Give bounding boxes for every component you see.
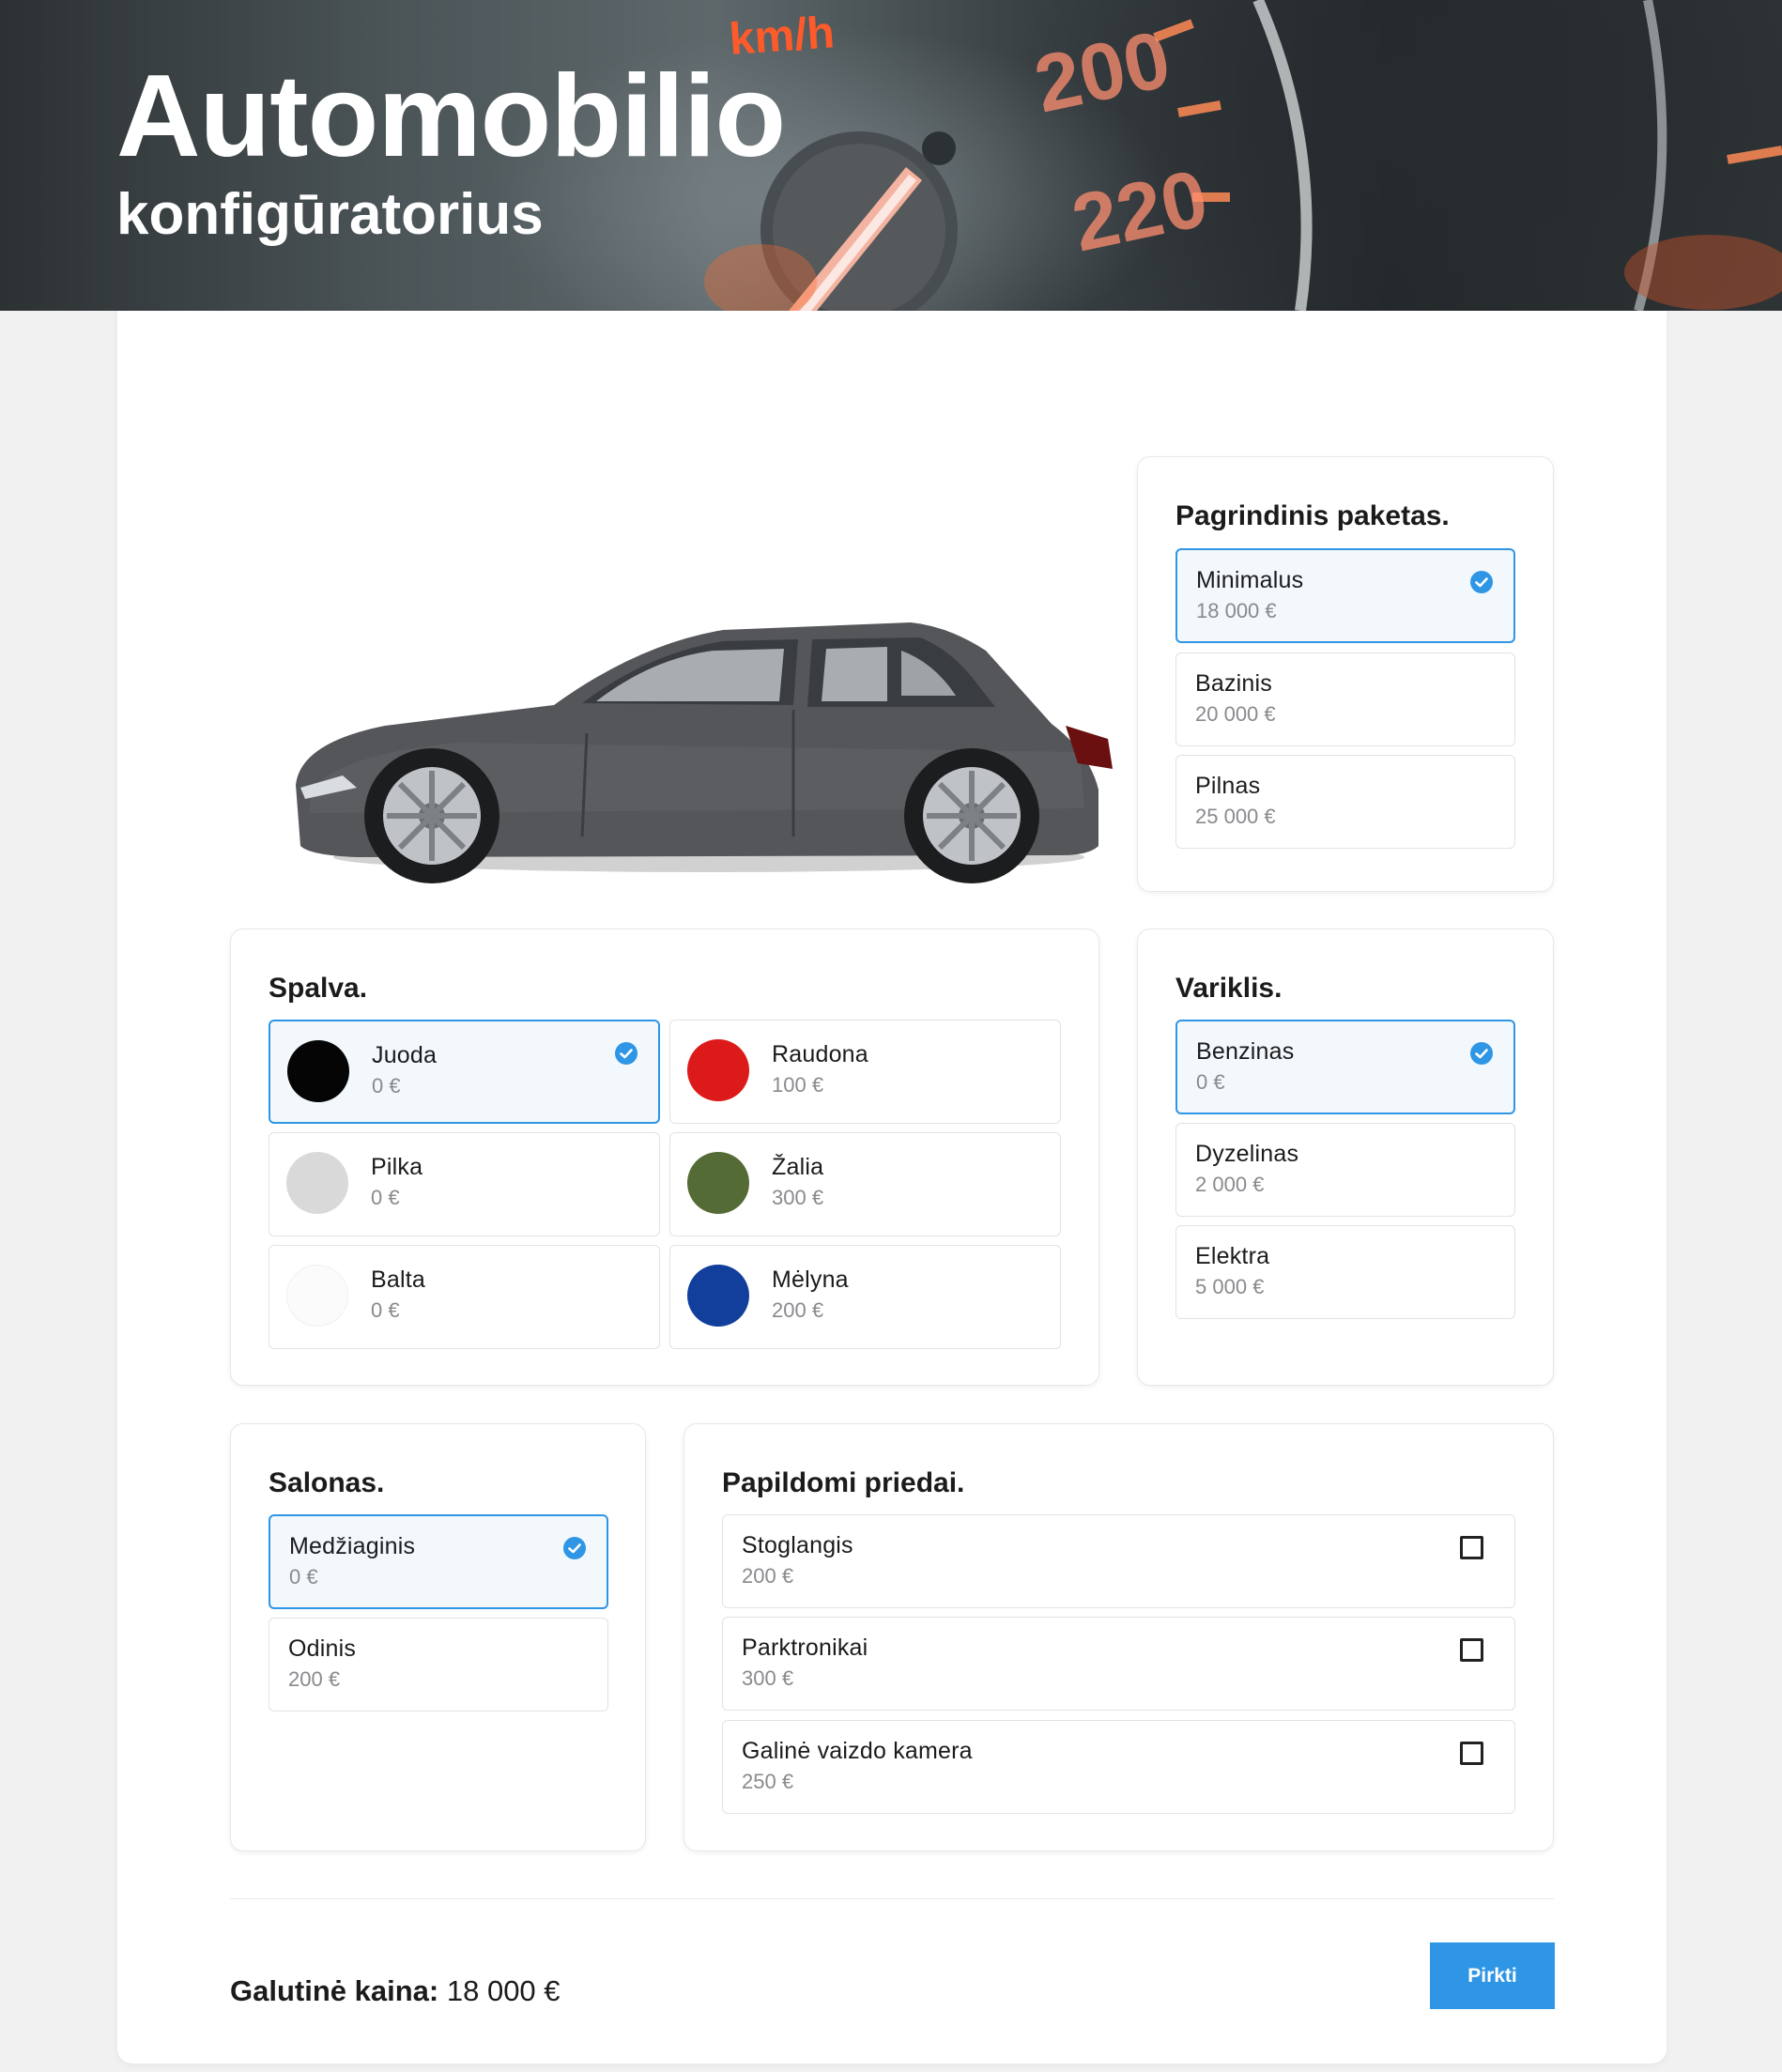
option-name: Stoglangis (742, 1532, 853, 1558)
option-price: 100 € (772, 1073, 824, 1097)
color-card: Spalva. Juoda 0 € Raudona 100 € Pilka 0 … (230, 929, 1099, 1386)
page-subtitle: konfigūratorius (116, 182, 544, 247)
option-price: 250 € (742, 1770, 794, 1793)
option-price: 0 € (289, 1565, 318, 1589)
check-circle-icon (563, 1537, 586, 1559)
option-price: 200 € (772, 1298, 824, 1322)
extra-option-galine-vaizdo-kamera[interactable]: Galinė vaizdo kamera 250 € (722, 1720, 1515, 1814)
speed-mark-200: 200 (1027, 14, 1177, 130)
option-name: Pilnas (1195, 773, 1261, 799)
option-price: 18 000 € (1196, 599, 1277, 622)
color-swatch (687, 1265, 749, 1327)
total-value: 18 000 € (446, 1974, 561, 2007)
option-name: Raudona (772, 1041, 868, 1067)
configurator-panel: Pagrindinis paketas. Minimalus 18 000 € … (117, 311, 1667, 2064)
interior-title: Salonas. (269, 1467, 385, 1498)
engine-title: Variklis. (1175, 973, 1283, 1004)
option-name: Bazinis (1195, 670, 1272, 697)
option-name: Galinė vaizdo kamera (742, 1738, 973, 1764)
color-swatch (687, 1152, 749, 1214)
option-name: Žalia (772, 1154, 824, 1180)
color-swatch (286, 1265, 348, 1327)
checkbox[interactable] (1460, 1536, 1483, 1559)
total-price: Galutinė kaina: 18 000 € (230, 1974, 561, 2008)
engine-option-benzinas[interactable]: Benzinas 0 € (1175, 1020, 1515, 1114)
engine-option-elektra[interactable]: Elektra 5 000 € (1175, 1225, 1515, 1319)
option-price: 200 € (742, 1564, 794, 1588)
package-card: Pagrindinis paketas. Minimalus 18 000 € … (1137, 456, 1554, 892)
option-price: 300 € (742, 1666, 794, 1690)
color-option-juoda[interactable]: Juoda 0 € (269, 1020, 660, 1124)
extra-option-parktronikai[interactable]: Parktronikai 300 € (722, 1617, 1515, 1711)
check-circle-icon (1470, 571, 1493, 593)
extra-option-stoglangis[interactable]: Stoglangis 200 € (722, 1514, 1515, 1608)
engine-option-dyzelinas[interactable]: Dyzelinas 2 000 € (1175, 1123, 1515, 1217)
option-name: Dyzelinas (1195, 1141, 1299, 1167)
color-swatch (286, 1152, 348, 1214)
car-image (296, 622, 1113, 883)
option-price: 0 € (371, 1186, 400, 1209)
option-name: Parktronikai (742, 1635, 868, 1661)
option-name: Odinis (288, 1635, 357, 1662)
option-name: Benzinas (1196, 1038, 1295, 1065)
package-option-bazinis[interactable]: Bazinis 20 000 € (1175, 652, 1515, 746)
option-price: 0 € (372, 1074, 401, 1097)
interior-option-odinis[interactable]: Odinis 200 € (269, 1618, 608, 1711)
interior-card: Salonas. Medžiaginis 0 € Odinis 200 € (230, 1423, 646, 1851)
option-price: 2 000 € (1195, 1173, 1265, 1196)
option-name: Balta (371, 1266, 425, 1293)
speed-mark-220: 220 (1065, 153, 1215, 269)
color-option-melyna[interactable]: Mėlyna 200 € (669, 1245, 1061, 1349)
page-title: Automobilio (116, 52, 786, 181)
package-option-minimalus[interactable]: Minimalus 18 000 € (1175, 548, 1515, 643)
color-swatch (687, 1039, 749, 1101)
interior-option-medziaginis[interactable]: Medžiaginis 0 € (269, 1514, 608, 1609)
option-price: 300 € (772, 1186, 824, 1209)
buy-button[interactable]: Pirkti (1430, 1942, 1555, 2009)
option-name: Pilka (371, 1154, 423, 1180)
checkbox[interactable] (1460, 1742, 1483, 1765)
check-circle-icon (1470, 1042, 1493, 1065)
option-price: 0 € (371, 1298, 400, 1322)
summary-divider (230, 1898, 1554, 1899)
option-price: 0 € (1196, 1070, 1225, 1094)
hero-banner: km/h 200 220 Automobilio konfigūratorius (0, 0, 1782, 311)
option-name: Mėlyna (772, 1266, 849, 1293)
option-name: Elektra (1195, 1243, 1270, 1269)
option-name: Medžiaginis (289, 1533, 416, 1559)
extras-card: Papildomi priedai. Stoglangis 200 € Park… (684, 1423, 1554, 1851)
option-name: Minimalus (1196, 567, 1304, 593)
color-swatch (287, 1040, 349, 1102)
option-name: Juoda (372, 1042, 438, 1068)
package-option-pilnas[interactable]: Pilnas 25 000 € (1175, 755, 1515, 849)
color-option-balta[interactable]: Balta 0 € (269, 1245, 660, 1349)
color-option-zalia[interactable]: Žalia 300 € (669, 1132, 1061, 1236)
color-title: Spalva. (269, 973, 368, 1004)
package-title: Pagrindinis paketas. (1175, 500, 1450, 531)
color-option-pilka[interactable]: Pilka 0 € (269, 1132, 660, 1236)
option-price: 200 € (288, 1667, 341, 1691)
option-price: 20 000 € (1195, 702, 1276, 726)
extras-title: Papildomi priedai. (722, 1467, 965, 1498)
engine-card: Variklis. Benzinas 0 € Dyzelinas 2 000 €… (1137, 929, 1554, 1386)
checkbox[interactable] (1460, 1638, 1483, 1662)
total-label: Galutinė kaina: (230, 1974, 439, 2007)
color-option-raudona[interactable]: Raudona 100 € (669, 1020, 1061, 1124)
option-price: 25 000 € (1195, 805, 1276, 828)
check-circle-icon (615, 1042, 638, 1065)
option-price: 5 000 € (1195, 1275, 1265, 1298)
